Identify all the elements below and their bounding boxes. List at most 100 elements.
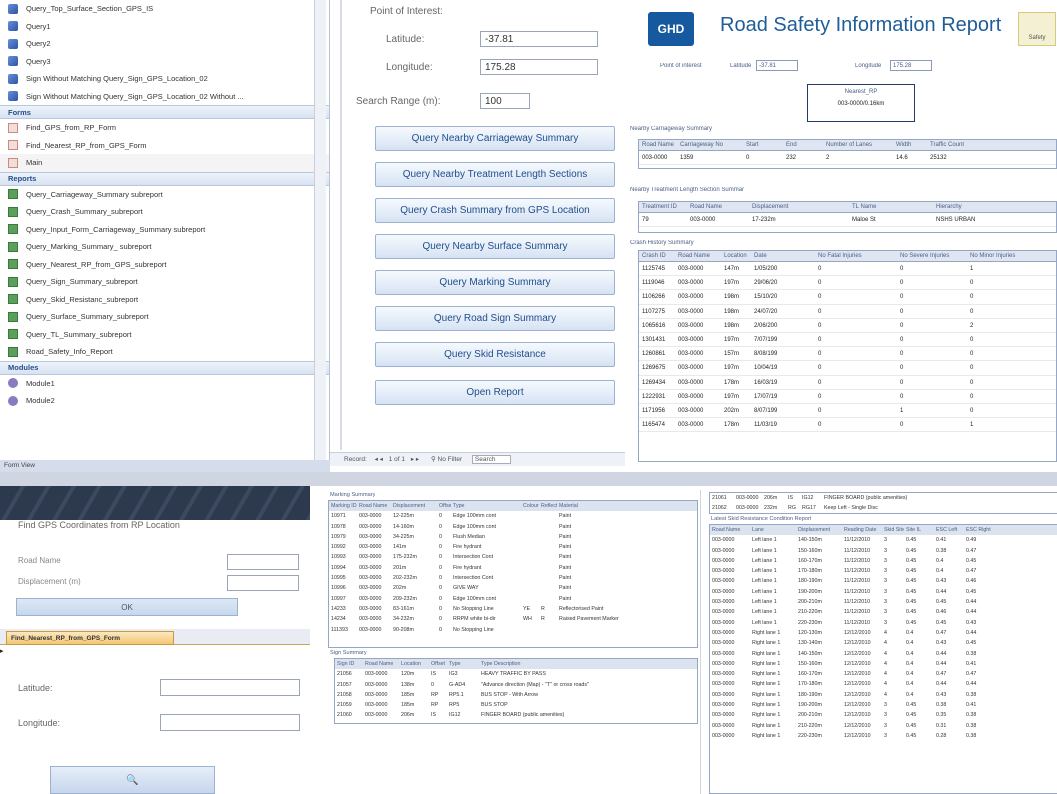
table-cell: 0.45 [906, 537, 917, 544]
table-cell: Paint [559, 585, 572, 592]
table-cell: 0.38 [936, 547, 947, 554]
nav-scrollbar[interactable] [314, 0, 326, 460]
table-cell: No Stopping Line [453, 605, 494, 612]
table-cell: 202m [393, 585, 407, 592]
query-button[interactable]: Query Marking Summary [375, 270, 615, 295]
table-cell: Left lane 1 [752, 609, 777, 616]
table-cell: 7/07/199 [754, 336, 778, 343]
query-button[interactable]: Query Skid Resistance [375, 342, 615, 367]
next-record-icon[interactable]: ▸ [411, 456, 414, 463]
form-icon [8, 157, 18, 168]
record-navigator[interactable]: Record: ◂ ◂ 1 of 1 ▸ ▸ ⚲ No Filter Searc… [330, 452, 625, 466]
tab-find-nearest-rp[interactable]: Find_Nearest_RP_from_GPS_Form [6, 631, 174, 645]
table-cell: 0.45 [966, 640, 977, 647]
table-cell: 25132 [930, 155, 947, 161]
nav-query-item[interactable]: Sign Without Matching Query_Sign_GPS_Loc… [0, 70, 329, 88]
nav-module-item[interactable]: Module2 [0, 392, 329, 410]
nav-report-item[interactable]: Query_Sign_Summary_subreport [0, 273, 329, 291]
table-cell: 003-0000 [678, 322, 704, 329]
longitude-input[interactable]: 175.28 [480, 59, 598, 75]
no-filter-label[interactable]: No Filter [438, 456, 463, 463]
table-cell: Left lane 1 [752, 547, 777, 554]
nav-query-item[interactable]: Sign Without Matching Query_Sign_GPS_Loc… [0, 88, 329, 106]
nav-report-item[interactable]: Query_Marking_Summary_ subreport [0, 238, 329, 256]
table-cell: 29/06/20 [754, 280, 778, 287]
nav-report-item[interactable]: Query_Crash_Summary_subreport [0, 203, 329, 221]
nav-report-item[interactable]: Query_TL_Summary_subreport [0, 326, 329, 344]
table-cell: 003-0000 [642, 155, 668, 161]
table-cell: 0.43 [936, 640, 947, 647]
table-cell: 0 [439, 513, 442, 520]
gps-longitude-input[interactable] [160, 714, 300, 731]
record-search-input[interactable]: Search [471, 455, 511, 464]
nav-item-label: Query_Nearest_RP_from_GPS_subreport [26, 259, 167, 269]
table-cell: 0.4 [906, 671, 914, 678]
filter-icon[interactable]: ⚲ [431, 456, 436, 463]
nav-group-reports[interactable]: Reports« [0, 171, 329, 186]
record-position[interactable]: 1 of 1 [389, 456, 405, 463]
nav-report-item[interactable]: Query_Skid_Resistanc_subreport [0, 291, 329, 309]
query-button[interactable]: Query Nearby Treatment Length Sections [375, 162, 615, 187]
nav-query-item[interactable]: Query_Top_Surface_Section_GPS_IS [0, 0, 329, 18]
nav-module-item[interactable]: Module1 [0, 375, 329, 393]
query-button[interactable]: Query Crash Summary from GPS Location [375, 198, 615, 223]
nav-report-item[interactable]: Query_Nearest_RP_from_GPS_subreport [0, 256, 329, 274]
column-header: Treatment ID [642, 204, 677, 210]
table-cell: 3 [884, 588, 887, 595]
table-cell: 1269434 [642, 379, 666, 386]
nav-report-item[interactable]: Query_Surface_Summary_subreport [0, 308, 329, 326]
table-row: 003-0000 Left lane 1 140-150m 11/12/2010 3 0.… [710, 535, 1057, 545]
nav-query-item[interactable]: Query2 [0, 35, 329, 53]
table-cell: Right lane 1 [752, 671, 781, 678]
query-button[interactable]: Query Road Sign Summary [375, 306, 615, 331]
column-header: Location [724, 253, 747, 259]
table-cell: 185m [401, 702, 415, 709]
nav-group-forms[interactable]: Forms« [0, 105, 329, 119]
table-cell: Edge 100mm cont [453, 513, 496, 520]
table-cell: 0.45 [906, 712, 917, 719]
table-cell: 0 [439, 564, 442, 571]
nav-item-label: Query_Input_Form_Carriageway_Summary sub… [26, 224, 206, 234]
table-cell: 12/12/2010 [844, 722, 871, 729]
nav-item-label: Query2 [26, 39, 51, 49]
table-cell: 197m [724, 280, 740, 287]
table-cell: 0 [818, 322, 822, 329]
nav-form-item[interactable]: Find_Nearest_RP_from_GPS_Form [0, 137, 329, 155]
table-cell: 138m [401, 681, 415, 688]
crash-table: Crash ID Road Name Location Date No Fatal In… [638, 250, 1057, 462]
table-cell: 003-0000 [712, 702, 735, 709]
table-cell: 0.4 [906, 681, 914, 688]
table-cell: 0.4 [906, 660, 914, 667]
nav-query-item[interactable]: Query1 [0, 18, 329, 36]
displacement-input[interactable] [227, 575, 299, 591]
table-header: Sign ID Road Name Location Offset Type Type D… [335, 659, 697, 670]
nav-report-item[interactable]: Query_Input_Form_Carriageway_Summary sub… [0, 221, 329, 239]
nav-report-item[interactable]: Query_Carriageway_Summary subreport [0, 186, 329, 204]
last-record-icon[interactable]: ▸ [416, 456, 419, 463]
nav-report-item[interactable]: Road_Safety_Info_Report [0, 343, 329, 361]
nav-group-modules[interactable]: Modules« [0, 360, 329, 375]
table-cell: 0 [970, 379, 974, 386]
nav-query-item[interactable]: Query3 [0, 53, 329, 71]
search-gps-button[interactable]: 🔍 [50, 766, 215, 794]
table-cell: 206m [764, 495, 778, 501]
table-cell: Paint [559, 523, 572, 530]
nav-form-item[interactable]: Main [0, 154, 329, 172]
nav-form-item[interactable]: Find_GPS_from_RP_Form [0, 119, 329, 137]
query-button[interactable]: Query Nearby Surface Summary [375, 234, 615, 259]
window-separator [0, 472, 1057, 486]
first-record-icon[interactable]: ◂ [375, 456, 378, 463]
latitude-input[interactable]: -37.81 [480, 31, 598, 47]
search-range-input[interactable]: 100 [480, 93, 530, 109]
road-name-input[interactable] [227, 554, 299, 570]
table-cell: Paint [559, 513, 572, 520]
ok-button[interactable]: OK [16, 598, 238, 616]
prev-record-icon[interactable]: ◂ [380, 456, 383, 463]
gps-latitude-input[interactable] [160, 679, 300, 696]
ghd-logo: GHD [648, 12, 694, 46]
nav-item-label: Find_Nearest_RP_from_GPS_Form [26, 140, 147, 150]
query-button[interactable]: Open Report [375, 380, 615, 405]
table-cell: 4 [884, 681, 887, 688]
table-cell: 0.35 [936, 712, 947, 719]
query-button[interactable]: Query Nearby Carriageway Summary [375, 126, 615, 151]
